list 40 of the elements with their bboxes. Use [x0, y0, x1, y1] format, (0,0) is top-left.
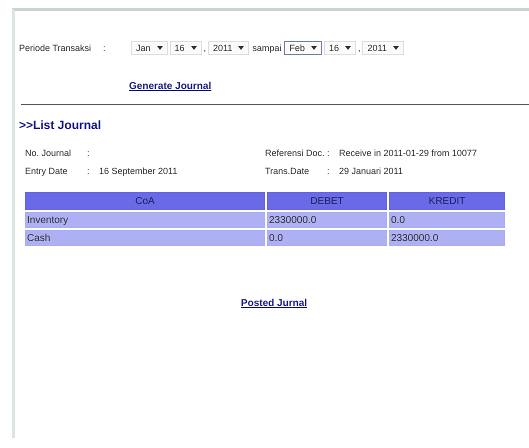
colon: :	[327, 148, 331, 158]
dropdown[interactable]: Feb	[284, 41, 322, 55]
colon: :	[87, 148, 91, 158]
caret-icon	[190, 46, 197, 50]
detail-label: Referensi Doc.	[265, 148, 326, 158]
column-header: DEBET	[267, 192, 387, 210]
separator-text: sampai	[252, 43, 282, 53]
table-cell: 2330000.0	[389, 230, 505, 246]
table-cell: 0.0	[267, 230, 387, 246]
comma: ,	[204, 43, 206, 53]
section-title: >>List Journal	[19, 118, 102, 132]
period-label: Periode Transaksi	[19, 43, 92, 53]
dropdown[interactable]: Jan	[131, 41, 168, 55]
dropdown[interactable]: 2011	[362, 41, 404, 55]
dropdown[interactable]: 2011	[208, 41, 250, 55]
detail-label: Entry Date	[25, 166, 69, 176]
colon: :	[87, 166, 91, 176]
detail-label: Trans.Date	[265, 166, 310, 176]
table-cell: 2330000.0	[267, 212, 387, 228]
caret-icon	[238, 46, 244, 50]
detail-value: 29 Januari 2011	[339, 166, 403, 176]
generate-journal-link[interactable]: Generate Journal	[129, 81, 212, 92]
caret-icon	[156, 46, 163, 50]
table-cell: 0.0	[389, 212, 505, 228]
table-cell: Inventory	[25, 212, 265, 228]
comma: ,	[358, 43, 360, 53]
caret-icon	[344, 46, 351, 50]
posted-jurnal-link[interactable]: Posted Jurnal	[240, 298, 308, 309]
table-cell: Cash	[25, 230, 265, 246]
detail-value: 16 September 2011	[99, 166, 178, 176]
dropdown[interactable]: 16	[170, 41, 202, 55]
caret-icon	[392, 46, 399, 50]
detail-label: No. Journal	[25, 148, 72, 158]
column-header: KREDIT	[389, 192, 505, 210]
colon: :	[327, 166, 331, 176]
colon: :	[103, 43, 107, 53]
column-header: CoA	[25, 192, 265, 210]
dropdown[interactable]: 16	[324, 41, 356, 55]
caret-icon	[310, 46, 317, 50]
detail-value: Receive in 2011-01-29 from 10077	[339, 148, 477, 158]
